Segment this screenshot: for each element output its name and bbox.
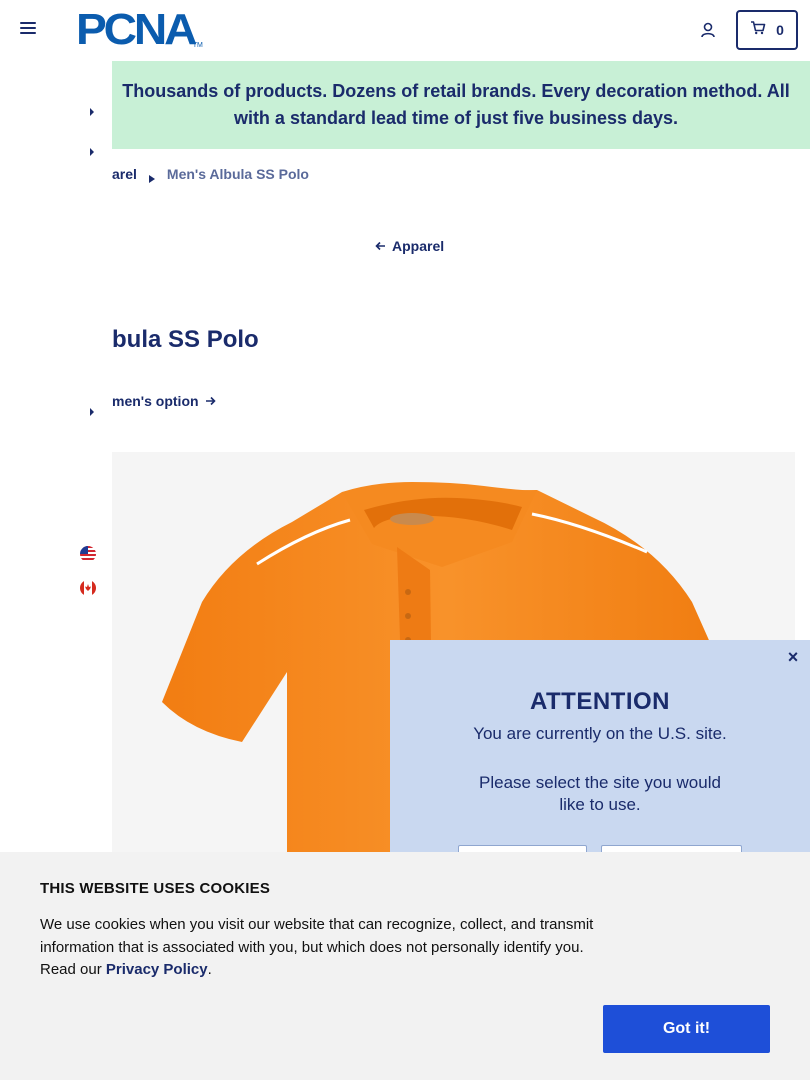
canada-flag-icon[interactable]	[80, 580, 96, 596]
site-select-modal: × ATTENTION You are currently on the U.S…	[390, 640, 810, 885]
product-title: bula SS Polo	[112, 326, 259, 353]
back-to-category-link[interactable]: Apparel	[375, 238, 444, 254]
promo-text: Thousands of products. Dozens of retail …	[122, 81, 790, 128]
cookie-text-end: .	[207, 961, 212, 978]
chevron-right-icon[interactable]	[88, 147, 96, 157]
modal-title: ATTENTION	[529, 688, 671, 715]
chevron-right-icon	[148, 170, 155, 183]
breadcrumb-parent-link[interactable]: arel	[112, 166, 137, 182]
pcna-logo[interactable]: PCNA TM	[76, 5, 203, 54]
us-flag-icon[interactable]	[80, 546, 96, 562]
alt-option-label: men's option	[112, 393, 199, 409]
chevron-right-icon[interactable]	[88, 407, 96, 417]
close-icon[interactable]: ×	[786, 648, 800, 666]
cookie-text: We use cookies when you visit our websit…	[40, 914, 600, 982]
chevron-right-icon[interactable]	[88, 107, 96, 117]
page: PCNA TM 0 Thousands of products. Dozens …	[0, 0, 810, 1080]
side-menu-strip	[0, 60, 112, 852]
arrow-right-icon	[205, 393, 216, 409]
hamburger-icon[interactable]	[20, 22, 36, 38]
privacy-policy-link[interactable]: Privacy Policy	[106, 961, 208, 978]
accept-cookies-button[interactable]: Got it!	[603, 1005, 770, 1053]
cookie-banner: THIS WEBSITE USES COOKIES We use cookies…	[0, 852, 810, 1080]
cookie-title: THIS WEBSITE USES COOKIES	[40, 880, 271, 897]
account-icon[interactable]	[699, 21, 717, 39]
breadcrumb-current: Men's Albula SS Polo	[166, 166, 309, 182]
arrow-left-icon	[375, 238, 386, 254]
breadcrumb: arel Men's Albula SS Polo	[112, 166, 309, 183]
site-header: PCNA TM 0	[0, 0, 810, 60]
cart-count: 0	[776, 22, 784, 38]
alternate-option-link[interactable]: men's option	[112, 393, 216, 409]
promo-banner: Thousands of products. Dozens of retail …	[102, 61, 810, 149]
modal-current-site-text: You are currently on the U.S. site.	[473, 724, 727, 743]
modal-instruction-text: Please select the site you would like to…	[479, 773, 721, 814]
logo-text: PCNA	[76, 5, 197, 54]
back-link-label: Apparel	[392, 238, 445, 254]
cart-icon	[750, 20, 766, 40]
cart-button[interactable]: 0	[736, 10, 798, 50]
